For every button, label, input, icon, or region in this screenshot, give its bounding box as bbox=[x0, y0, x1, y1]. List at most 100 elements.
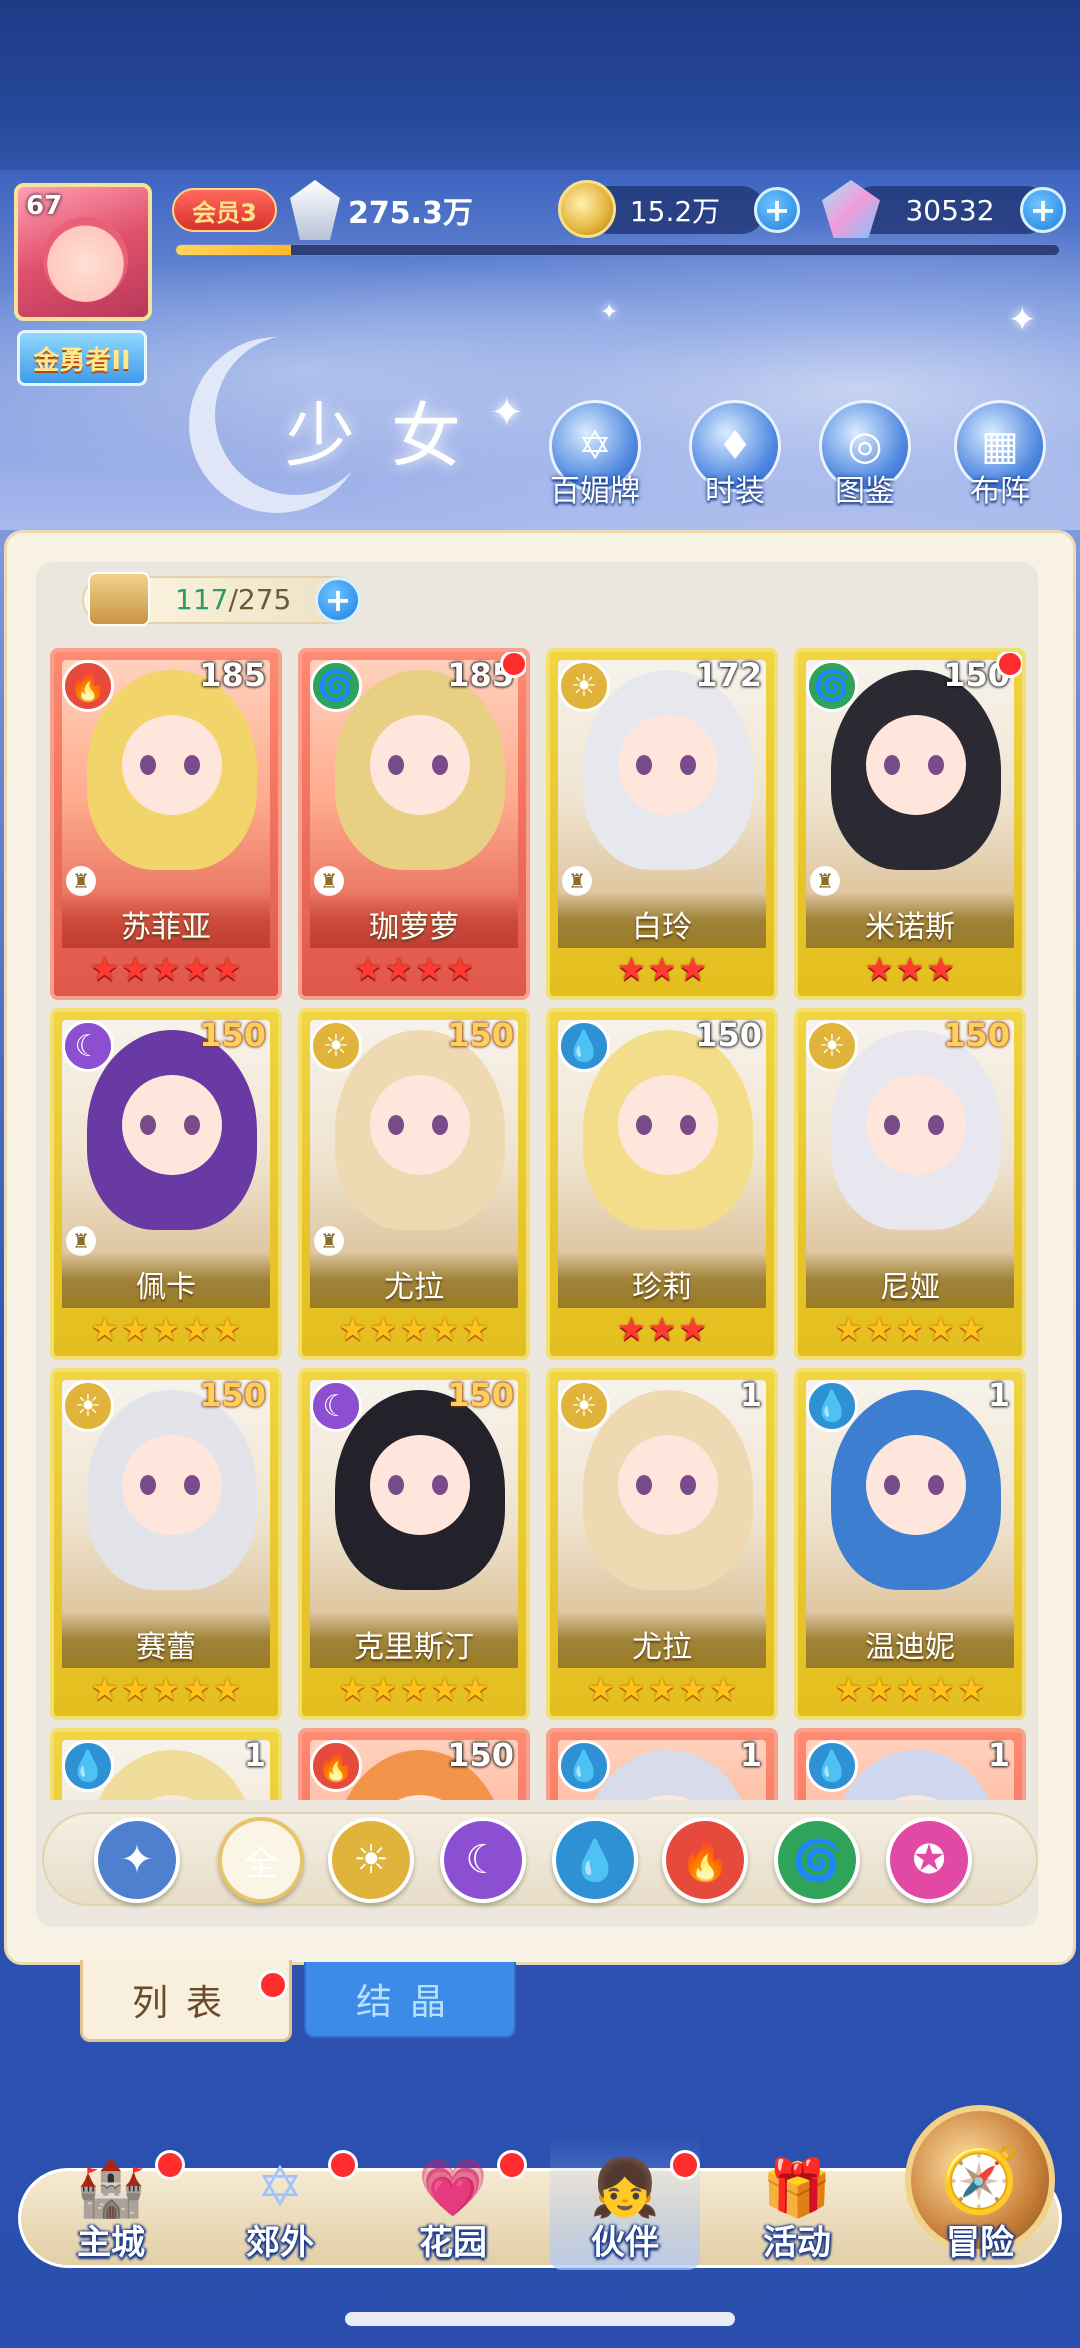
partner-card[interactable]: ☾ 150 ♜ 佩卡 ★ ★ ★ ★ ★ bbox=[50, 1008, 282, 1360]
star-icon: ★ bbox=[678, 1310, 708, 1348]
partner-card[interactable]: ☀ 172 ♜ 白玲 ★ ★ ★ bbox=[546, 648, 778, 1000]
wind-element-icon: 🌀 bbox=[310, 660, 362, 712]
portrait-eye bbox=[140, 1115, 156, 1135]
partner-card[interactable]: 💧 1 温迪妮 ★ ★ ★ ★ ★ bbox=[794, 1368, 1026, 1720]
portrait-face bbox=[866, 1435, 966, 1535]
compass-icon: 🧭 bbox=[940, 2143, 1020, 2218]
light-element-icon: ☀ bbox=[558, 660, 610, 712]
partner-card[interactable]: 💧 1 bbox=[794, 1728, 1026, 1800]
gold-coin-icon bbox=[558, 180, 616, 238]
sparkle-icon: ✦ bbox=[1008, 300, 1037, 340]
partner-card[interactable]: ☀ 1 尤拉 ★ ★ ★ ★ ★ bbox=[546, 1368, 778, 1720]
card-level: 150 bbox=[447, 1736, 514, 1774]
portrait-face bbox=[370, 1435, 470, 1535]
vip-badge[interactable]: 会员3 bbox=[172, 188, 277, 232]
light-element-icon: ☀ bbox=[62, 1380, 114, 1432]
water-element-icon[interactable]: 💧 bbox=[552, 1817, 638, 1903]
partner-card[interactable]: 💧 150 珍莉 ★ ★ ★ bbox=[546, 1008, 778, 1360]
fire-element-icon[interactable]: 🔥 bbox=[662, 1817, 748, 1903]
card-level: 1 bbox=[987, 1736, 1010, 1774]
partner-card[interactable]: ☀ 150 ♜ 尤拉 ★ ★ ★ ★ ★ bbox=[298, 1008, 530, 1360]
light-element-icon: ☀ bbox=[806, 1020, 858, 1072]
star-rating: ★ ★ ★ bbox=[550, 1310, 774, 1348]
add-gem-button[interactable]: + bbox=[1020, 187, 1066, 233]
star-rating: ★ ★ ★ ★ ★ bbox=[54, 1310, 278, 1348]
portrait-eye bbox=[636, 755, 652, 775]
collection-separator: / bbox=[228, 583, 238, 616]
portrait-face bbox=[618, 715, 718, 815]
moon-element-icon: ☾ bbox=[62, 1020, 114, 1072]
home-indicator[interactable] bbox=[345, 2312, 735, 2326]
star-icon: ★ bbox=[926, 1310, 956, 1348]
star-icon: ★ bbox=[864, 1670, 894, 1708]
portrait-eye bbox=[184, 1115, 200, 1135]
rank-title-badge[interactable]: 金勇者II bbox=[17, 330, 147, 386]
partner-card[interactable]: 🌀 185 ♜ 珈萝萝 ★ ★ ★ ★ bbox=[298, 648, 530, 1000]
star-icon: ★ bbox=[338, 1310, 367, 1348]
partner-card[interactable]: 💧 1 bbox=[50, 1728, 282, 1800]
portrait-eye bbox=[928, 1475, 944, 1495]
avatar-face bbox=[43, 217, 128, 302]
expand-capacity-button[interactable]: + bbox=[315, 577, 361, 623]
star-icon: ★ bbox=[616, 1670, 646, 1708]
star-icon: ★ bbox=[895, 1670, 925, 1708]
moon-element-icon[interactable]: ☾ bbox=[440, 1817, 526, 1903]
card-name: 珈萝萝 bbox=[310, 892, 518, 948]
star-icon: ★ bbox=[647, 950, 677, 988]
star-rating: ★ ★ ★ ★ ★ bbox=[54, 1670, 278, 1708]
portrait-eye bbox=[636, 1475, 652, 1495]
portrait-face bbox=[618, 1075, 718, 1175]
player-avatar[interactable]: 67 bbox=[14, 183, 152, 321]
nav-label: 冒险 bbox=[946, 2223, 1014, 2263]
partner-card[interactable]: 💧 1 bbox=[546, 1728, 778, 1800]
star-icon: ★ bbox=[461, 1670, 490, 1708]
card-level: 150 bbox=[447, 1376, 514, 1414]
star-element-icon[interactable]: ✪ bbox=[886, 1817, 972, 1903]
partner-card[interactable]: 🌀 150 ♜ 米诺斯 ★ ★ ★ bbox=[794, 648, 1026, 1000]
header-button-0[interactable]: ✡ 百媚牌 bbox=[540, 400, 650, 510]
portrait-eye bbox=[884, 755, 900, 775]
all-icon[interactable]: 全 bbox=[218, 1817, 304, 1903]
wind-element-icon[interactable]: 🌀 bbox=[774, 1817, 860, 1903]
portrait-eye bbox=[184, 755, 200, 775]
star-icon: ★ bbox=[399, 1670, 429, 1708]
star-icon: ★ bbox=[834, 1310, 863, 1348]
header-button-3[interactable]: ▦ 布阵 bbox=[945, 400, 1055, 510]
portrait-face bbox=[618, 1435, 718, 1535]
sort-up-icon[interactable]: ✦ bbox=[94, 1817, 180, 1903]
add-gold-button[interactable]: + bbox=[754, 187, 800, 233]
collection-current: 117 bbox=[175, 583, 229, 616]
partner-card[interactable]: 🔥 150 bbox=[298, 1728, 530, 1800]
star-rating: ★ ★ ★ ★ bbox=[302, 950, 526, 988]
star-icon: ★ bbox=[895, 1310, 925, 1348]
star-icon: ★ bbox=[368, 1670, 398, 1708]
portrait-eye bbox=[432, 1475, 448, 1495]
header-button-2[interactable]: ◎ 图鉴 bbox=[810, 400, 920, 510]
portrait-eye bbox=[432, 1115, 448, 1135]
tab-crystal[interactable]: 结晶 bbox=[304, 1962, 516, 2038]
portrait-face bbox=[122, 1435, 222, 1535]
water-element-icon: 💧 bbox=[558, 1740, 610, 1792]
partner-card[interactable]: ☀ 150 赛蕾 ★ ★ ★ ★ ★ bbox=[50, 1368, 282, 1720]
partner-card[interactable]: 🔥 185 ♜ 苏菲亚 ★ ★ ★ ★ ★ bbox=[50, 648, 282, 1000]
star-icon: ★ bbox=[415, 950, 444, 988]
partner-card[interactable]: ☀ 150 尼娅 ★ ★ ★ ★ ★ bbox=[794, 1008, 1026, 1360]
star-icon: ★ bbox=[90, 1670, 119, 1708]
wind-element-icon: 🌀 bbox=[806, 660, 858, 712]
star-icon: ★ bbox=[338, 1670, 367, 1708]
portrait-eye bbox=[680, 755, 696, 775]
card-name: 尤拉 bbox=[558, 1612, 766, 1668]
light-element-icon[interactable]: ☀ bbox=[328, 1817, 414, 1903]
portrait-eye bbox=[680, 1475, 696, 1495]
card-name: 尼娅 bbox=[806, 1252, 1014, 1308]
nav-gift[interactable]: 🎁 活动 bbox=[722, 2135, 872, 2270]
tab-list[interactable]: 列表 bbox=[80, 1960, 292, 2042]
card-name: 温迪妮 bbox=[806, 1612, 1014, 1668]
partner-card-grid: 🔥 185 ♜ 苏菲亚 ★ ★ ★ ★ ★ 🌀 185 ♜ 珈萝萝 ★ ★ ★ ★ ☀ 172 ♜ 白玲 ★ ★ ★ 🌀 150 ♜… bbox=[50, 648, 1034, 1800]
star-icon: ★ bbox=[213, 950, 242, 988]
partner-card[interactable]: ☾ 150 克里斯汀 ★ ★ ★ ★ ★ bbox=[298, 1368, 530, 1720]
portrait-eye bbox=[680, 1115, 696, 1135]
star-icon: ★ bbox=[182, 1670, 212, 1708]
star-icon: ★ bbox=[430, 1310, 460, 1348]
header-button-1[interactable]: ♦ 时装 bbox=[680, 400, 790, 510]
